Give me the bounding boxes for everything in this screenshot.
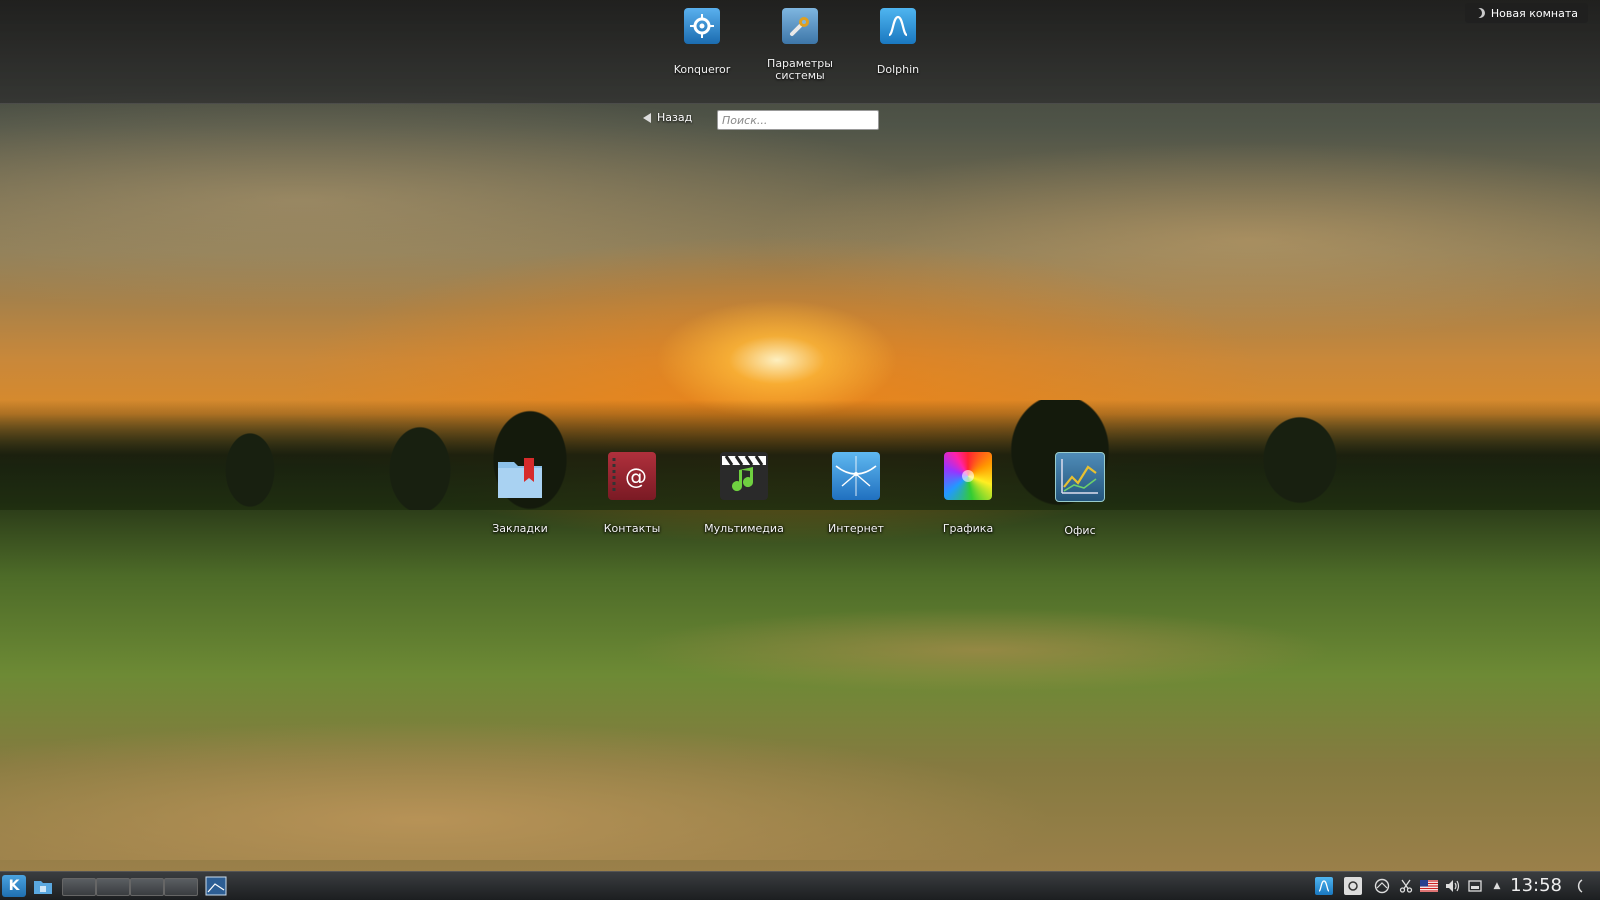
- pager-desktop-1[interactable]: [62, 878, 96, 896]
- konqueror-icon: [684, 8, 720, 44]
- pager-desktop-3[interactable]: [130, 878, 164, 896]
- category-graphics[interactable]: Графика: [918, 452, 1018, 535]
- activity-switcher[interactable]: Новая комната: [1464, 3, 1588, 23]
- digital-clock[interactable]: 13:58: [1510, 875, 1562, 896]
- back-arrow-icon: [643, 112, 651, 123]
- category-internet[interactable]: Интернет: [806, 452, 906, 535]
- multimedia-clapper-icon: [720, 452, 768, 500]
- favorites-panel: Konqueror Параметры системы Dolphin Нова…: [0, 0, 1600, 104]
- graphics-color-wheel-icon: [944, 452, 992, 500]
- category-label: Интернет: [828, 522, 884, 535]
- keyboard-layout-flag-icon[interactable]: [1420, 877, 1438, 895]
- category-multimedia[interactable]: Мультимедиа: [694, 452, 794, 535]
- category-label: Закладки: [492, 522, 548, 535]
- kde-launcher-icon: K: [8, 878, 20, 894]
- panel-toolbox-icon[interactable]: [1568, 877, 1586, 895]
- office-chart-icon: [1055, 452, 1105, 502]
- home-folder-icon: [34, 881, 52, 894]
- window-preview-icon: [205, 876, 227, 896]
- activity-moon-icon: [1475, 8, 1485, 18]
- category-label: Мультимедиа: [704, 522, 784, 535]
- application-launcher-button[interactable]: K: [2, 875, 26, 897]
- category-bookmarks[interactable]: Закладки: [470, 452, 570, 535]
- favorite-label: Dolphin: [876, 63, 920, 76]
- wallpaper-treeline: [0, 400, 1600, 510]
- bookmarks-folder-icon: [496, 452, 544, 500]
- task-window-button[interactable]: [204, 875, 228, 897]
- contacts-book-icon: @: [608, 452, 656, 500]
- favorite-dolphin[interactable]: Dolphin: [853, 8, 943, 76]
- tray-expand-arrow-icon[interactable]: ▲: [1488, 877, 1506, 895]
- pager-desktop-2[interactable]: [96, 878, 130, 896]
- favorite-label: Konqueror: [673, 63, 731, 76]
- system-settings-icon: [782, 8, 818, 44]
- back-button[interactable]: Назад: [643, 111, 692, 124]
- category-contacts[interactable]: @ Контакты: [582, 452, 682, 535]
- wallpaper-road: [0, 560, 1600, 860]
- activity-label: Новая комната: [1490, 6, 1578, 20]
- network-icon[interactable]: [1373, 877, 1391, 895]
- pager-desktop-4[interactable]: [164, 878, 198, 896]
- dolphin-icon: [880, 8, 916, 44]
- klipper-scissors-icon[interactable]: [1397, 877, 1415, 895]
- category-label: Контакты: [603, 522, 661, 535]
- favorite-label: Параметры системы: [767, 57, 833, 82]
- dolphin-tray-icon[interactable]: [1315, 877, 1333, 895]
- favorite-konqueror[interactable]: Konqueror: [657, 8, 747, 76]
- search-input[interactable]: [717, 110, 879, 130]
- show-desktop-button[interactable]: [31, 875, 55, 897]
- back-label: Назад: [657, 111, 693, 124]
- device-notifier-icon[interactable]: [1466, 877, 1484, 895]
- taskbar: K ▲ 13:58: [0, 871, 1600, 900]
- svg-text:@: @: [625, 465, 647, 490]
- clipboard-icon[interactable]: [1344, 877, 1362, 895]
- volume-icon[interactable]: [1444, 877, 1462, 895]
- favorite-system-settings[interactable]: Параметры системы: [755, 8, 845, 82]
- category-label: Графика: [942, 522, 994, 535]
- internet-globe-icon: [832, 452, 880, 500]
- category-office[interactable]: Офис: [1030, 452, 1130, 537]
- category-label: Офис: [1064, 524, 1096, 537]
